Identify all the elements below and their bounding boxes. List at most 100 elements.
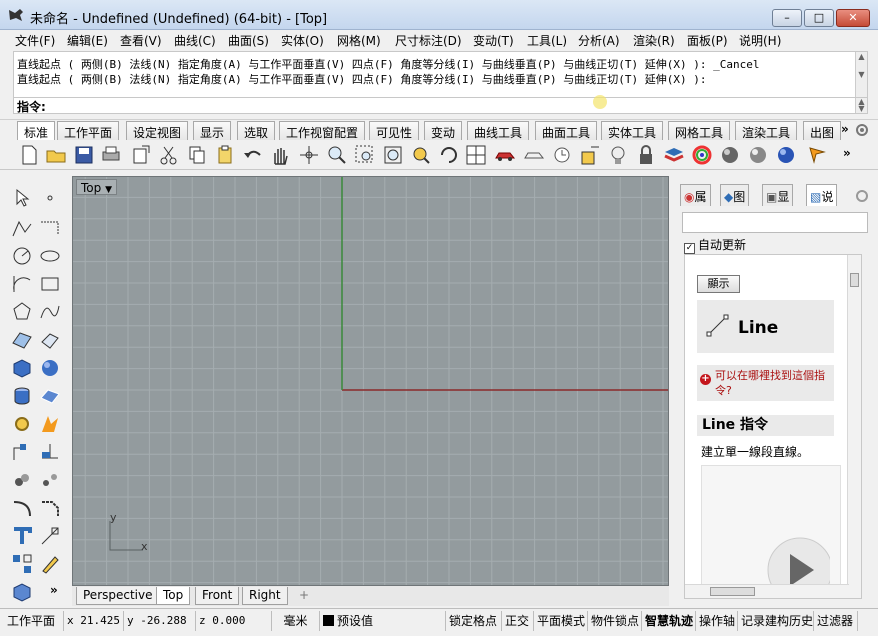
text-icon[interactable] xyxy=(10,524,34,548)
layer-icon[interactable] xyxy=(663,144,685,166)
environment-sphere-icon[interactable] xyxy=(775,144,797,166)
tab-standard[interactable]: 标准 xyxy=(17,121,56,140)
menu-transform[interactable]: 变动(T) xyxy=(473,32,514,49)
tab-visibility[interactable]: 可见性 xyxy=(369,121,420,140)
panel-tab-properties[interactable]: ◉属 xyxy=(680,184,711,206)
command-prompt[interactable]: 指令: ▲ ▼ xyxy=(13,98,868,114)
lightbulb-icon[interactable] xyxy=(607,144,629,166)
viewport-label[interactable]: Top ▼ xyxy=(76,179,117,195)
select-points-icon[interactable] xyxy=(579,144,601,166)
command-history-scrollbar[interactable]: ▲ ▼ xyxy=(855,52,867,97)
menu-curve[interactable]: 曲线(C) xyxy=(174,32,216,49)
menu-mesh[interactable]: 网格(M) xyxy=(337,32,381,49)
display-mode-car-icon[interactable] xyxy=(523,144,545,166)
tab-select[interactable]: 选取 xyxy=(237,121,276,140)
tab-display[interactable]: 显示 xyxy=(193,121,232,140)
menu-view[interactable]: 查看(V) xyxy=(120,32,162,49)
paste-icon[interactable] xyxy=(214,144,236,166)
toolbar-tabs-more[interactable]: » xyxy=(841,122,849,136)
copy-icon[interactable] xyxy=(186,144,208,166)
tab-render-tools[interactable]: 渲染工具 xyxy=(735,121,798,140)
zoom-selected-icon[interactable] xyxy=(410,144,432,166)
extrude-surface-icon[interactable] xyxy=(38,328,62,352)
command-prompt-spinner[interactable]: ▲ ▼ xyxy=(855,98,867,113)
auto-update-checkbox[interactable]: ✓ 自动更新 xyxy=(684,236,746,254)
close-button[interactable]: ✕ xyxy=(836,9,870,27)
rotate-view-icon[interactable] xyxy=(298,144,320,166)
group-icon[interactable] xyxy=(10,468,34,492)
lefttools-more[interactable]: » xyxy=(50,583,58,597)
cylinder-icon[interactable] xyxy=(10,384,34,408)
menu-panels[interactable]: 面板(P) xyxy=(687,32,728,49)
zoom-window-icon[interactable] xyxy=(354,144,376,166)
four-viewports-icon[interactable] xyxy=(465,144,487,166)
cut-icon[interactable] xyxy=(158,144,180,166)
maximize-button[interactable]: □ xyxy=(804,9,834,27)
panel-tab-help[interactable]: ▧说 xyxy=(806,184,838,206)
help-horizontal-scrollbar[interactable] xyxy=(685,584,849,598)
options-icon[interactable] xyxy=(806,144,828,166)
tab-transform[interactable]: 变动 xyxy=(424,121,463,140)
line-icon[interactable] xyxy=(38,216,62,240)
where-to-find-link[interactable]: + 可以在哪裡找到這個指令? xyxy=(697,365,834,401)
material-sphere-icon[interactable] xyxy=(719,144,741,166)
panel-gear-icon[interactable] xyxy=(854,188,870,204)
sphere-icon[interactable] xyxy=(38,356,62,380)
menu-render[interactable]: 渲染(R) xyxy=(633,32,675,49)
pan-hand-icon[interactable] xyxy=(269,144,291,166)
camera-icon[interactable] xyxy=(551,144,573,166)
arc-icon[interactable] xyxy=(10,272,34,296)
polygon-icon[interactable] xyxy=(10,300,34,324)
polyline-icon[interactable] xyxy=(10,216,34,240)
dimension-icon[interactable] xyxy=(38,524,62,548)
menu-dimension[interactable]: 尺寸标注(D) xyxy=(395,32,462,49)
viewport-tab-right[interactable]: Right xyxy=(242,587,288,605)
open-folder-icon[interactable] xyxy=(45,144,67,166)
box-icon[interactable] xyxy=(10,356,34,380)
tab-drafting[interactable]: 出图 xyxy=(803,121,842,140)
help-search-input[interactable] xyxy=(682,212,868,233)
trim-icon[interactable] xyxy=(10,440,34,464)
top-viewport[interactable]: Top ▼ y x xyxy=(72,176,669,586)
color-wheel-icon[interactable] xyxy=(691,144,713,166)
help-vertical-scrollbar[interactable] xyxy=(847,255,861,598)
menu-analyze[interactable]: 分析(A) xyxy=(578,32,620,49)
toggle-grid-snap[interactable]: 锁定格点 xyxy=(446,611,502,631)
tab-curve-tools[interactable]: 曲线工具 xyxy=(467,121,530,140)
show-button[interactable]: 顯示 xyxy=(697,275,740,293)
toggle-filter[interactable]: 过滤器 xyxy=(814,611,858,631)
toggle-planar[interactable]: 平面模式 xyxy=(534,611,588,631)
array-icon[interactable] xyxy=(10,552,34,576)
fillet-icon[interactable] xyxy=(10,496,34,520)
toggle-gumball[interactable]: 操作轴 xyxy=(696,611,738,631)
lock-icon[interactable] xyxy=(635,144,657,166)
viewport-tab-perspective[interactable]: Perspective xyxy=(76,587,160,605)
gear-settings-icon[interactable] xyxy=(10,412,34,436)
minimize-button[interactable]: – xyxy=(772,9,802,27)
zoom-extents-icon[interactable] xyxy=(382,144,404,166)
menu-solid[interactable]: 实体(O) xyxy=(281,32,324,49)
tab-mesh-tools[interactable]: 网格工具 xyxy=(668,121,731,140)
split-icon[interactable] xyxy=(38,440,62,464)
undo-icon[interactable] xyxy=(242,144,264,166)
toggle-record-history[interactable]: 记录建构历史 xyxy=(738,611,814,631)
boolean-burst-icon[interactable] xyxy=(38,412,62,436)
surface-icon[interactable] xyxy=(10,328,34,352)
render-sphere-icon[interactable] xyxy=(747,144,769,166)
chamfer-icon[interactable] xyxy=(38,496,62,520)
toggle-ortho[interactable]: 正交 xyxy=(502,611,534,631)
menu-edit[interactable]: 编辑(E) xyxy=(67,32,108,49)
ungroup-icon[interactable] xyxy=(38,468,62,492)
panel-tab-display[interactable]: ▣显 xyxy=(762,184,794,206)
tab-cplanes[interactable]: 工作平面 xyxy=(57,121,120,140)
viewport-tab-front[interactable]: Front xyxy=(195,587,240,605)
pencil-icon[interactable] xyxy=(38,552,62,576)
named-view-car-icon[interactable] xyxy=(494,144,516,166)
add-viewport-tab-button[interactable]: + xyxy=(293,587,315,605)
toggle-smarttrack[interactable]: 智慧轨迹 xyxy=(642,611,696,631)
mesh-icon[interactable] xyxy=(38,384,62,408)
curve-icon[interactable] xyxy=(38,300,62,324)
tab-surface-tools[interactable]: 曲面工具 xyxy=(535,121,598,140)
toolbar-more[interactable]: » xyxy=(843,146,851,160)
toggle-osnap[interactable]: 物件锁点 xyxy=(588,611,642,631)
